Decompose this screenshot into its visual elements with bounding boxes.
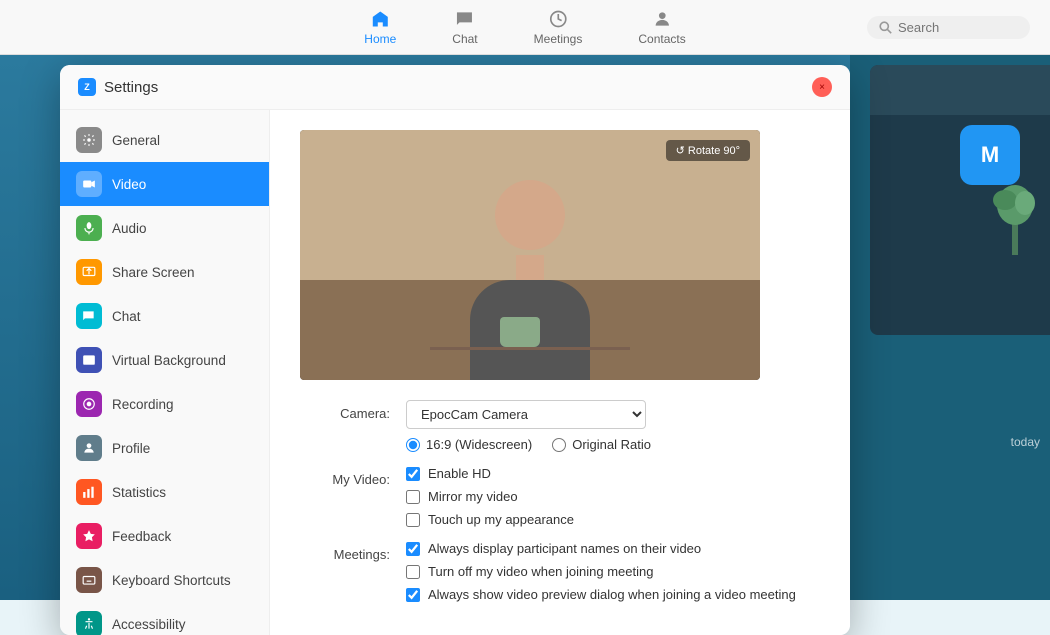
sidebar-icon-profile <box>76 435 102 461</box>
settings-body: General Video Audio Share Screen Chat Vi… <box>60 110 850 635</box>
sidebar-item-profile[interactable]: Profile <box>60 426 269 470</box>
my-video-controls: Enable HD Mirror my video Touch up my appe… <box>406 466 820 527</box>
camera-row: Camera: EpocCam CameraFaceTime HD Camera… <box>300 400 820 452</box>
sidebar-item-accessibility[interactable]: Accessibility <box>60 602 269 635</box>
background-area: M today Z Settings × <box>0 55 1050 600</box>
zoom-icon: Z <box>78 78 96 96</box>
sidebar-label-general: General <box>112 133 160 148</box>
checkbox-label-mirror-video: Mirror my video <box>428 489 518 504</box>
person-neck <box>516 255 544 280</box>
sidebar-item-statistics[interactable]: Statistics <box>60 470 269 514</box>
camera-select[interactable]: EpocCam CameraFaceTime HD CameraVirtual … <box>406 400 646 429</box>
settings-title-group: Z Settings <box>78 78 158 96</box>
camera-label: Camera: <box>300 400 390 421</box>
ratio-group: 16:9 (Widescreen) Original Ratio <box>406 437 820 452</box>
meetings-controls: Always display participant names on thei… <box>406 541 820 602</box>
sidebar-icon-accessibility <box>76 611 102 635</box>
checkbox-label-touch-appearance: Touch up my appearance <box>428 512 574 527</box>
top-bar: Home Chat Meetings Contacts <box>0 0 1050 55</box>
meetings-nav-label: Meetings <box>534 32 583 46</box>
sidebar-icon-general <box>76 127 102 153</box>
search-input[interactable] <box>898 20 1018 35</box>
nav-item-contacts[interactable]: Contacts <box>630 4 693 50</box>
home-nav-icon <box>369 8 391 30</box>
checkbox-enable-hd[interactable]: Enable HD <box>406 466 820 481</box>
sidebar-item-video[interactable]: Video <box>60 162 269 206</box>
checkbox-mirror-video[interactable]: Mirror my video <box>406 489 820 504</box>
right-card: M <box>870 65 1050 335</box>
sidebar-icon-video <box>76 171 102 197</box>
sidebar-label-profile: Profile <box>112 441 150 456</box>
today-label: today <box>1011 435 1040 449</box>
radio-label-widescreen: 16:9 (Widescreen) <box>426 437 532 452</box>
sidebar-label-virtual-background: Virtual Background <box>112 353 226 368</box>
sidebar-icon-keyboard-shortcuts <box>76 567 102 593</box>
settings-header: Z Settings × <box>60 65 850 110</box>
settings-title-label: Settings <box>104 79 158 96</box>
home-nav-label: Home <box>364 32 396 46</box>
chat-nav-icon <box>454 8 476 30</box>
sidebar-item-audio[interactable]: Audio <box>60 206 269 250</box>
nav-item-meetings[interactable]: Meetings <box>526 4 591 50</box>
settings-dialog: Z Settings × General Video Audio Share <box>60 65 850 635</box>
sidebar-icon-virtual-background <box>76 347 102 373</box>
sidebar-item-chat[interactable]: Chat <box>60 294 269 338</box>
checkbox-label-turn-off-joining: Turn off my video when joining meeting <box>428 564 653 579</box>
sidebar-label-recording: Recording <box>112 397 174 412</box>
sidebar-item-keyboard-shortcuts[interactable]: Keyboard Shortcuts <box>60 558 269 602</box>
sidebar-label-audio: Audio <box>112 221 147 236</box>
sidebar-icon-statistics <box>76 479 102 505</box>
meetings-label: Meetings: <box>300 541 390 562</box>
table-surface <box>430 347 630 350</box>
close-button[interactable]: × <box>812 77 832 97</box>
sidebar-label-keyboard-shortcuts: Keyboard Shortcuts <box>112 573 231 588</box>
sidebar-label-share-screen: Share Screen <box>112 265 195 280</box>
sidebar-label-chat: Chat <box>112 309 141 324</box>
person-head <box>495 180 565 250</box>
sidebar-item-general[interactable]: General <box>60 118 269 162</box>
camera-controls: EpocCam CameraFaceTime HD CameraVirtual … <box>406 400 820 452</box>
meetings-row: Meetings: Always display participant nam… <box>300 541 820 602</box>
settings-sidebar: General Video Audio Share Screen Chat Vi… <box>60 110 270 635</box>
nav-item-chat[interactable]: Chat <box>444 4 485 50</box>
sidebar-icon-share-screen <box>76 259 102 285</box>
radio-label-original: Original Ratio <box>572 437 651 452</box>
sidebar-label-statistics: Statistics <box>112 485 166 500</box>
sidebar-icon-audio <box>76 215 102 241</box>
sidebar-item-virtual-background[interactable]: Virtual Background <box>60 338 269 382</box>
right-panel: M today <box>850 55 1050 600</box>
checkbox-label-display-names: Always display participant names on thei… <box>428 541 701 556</box>
meetings-nav-icon <box>547 8 569 30</box>
search-icon <box>879 21 892 34</box>
sidebar-item-feedback[interactable]: Feedback <box>60 514 269 558</box>
sidebar-icon-recording <box>76 391 102 417</box>
search-box[interactable] <box>867 16 1030 39</box>
sidebar-icon-feedback <box>76 523 102 549</box>
sidebar-label-accessibility: Accessibility <box>112 617 186 632</box>
sidebar-label-video: Video <box>112 177 146 192</box>
top-nav: Home Chat Meetings Contacts <box>356 4 693 50</box>
sidebar-item-share-screen[interactable]: Share Screen <box>60 250 269 294</box>
plant-icon <box>990 175 1040 255</box>
nav-item-home[interactable]: Home <box>356 4 404 50</box>
contacts-nav-icon <box>651 8 673 30</box>
my-video-label: My Video: <box>300 466 390 487</box>
rotate-button[interactable]: ↺ Rotate 90° <box>666 140 750 161</box>
my-video-row: My Video: Enable HD Mirror my video Touch … <box>300 466 820 527</box>
checkbox-turn-off-joining[interactable]: Turn off my video when joining meeting <box>406 564 820 579</box>
sidebar-item-recording[interactable]: Recording <box>60 382 269 426</box>
checkbox-touch-appearance[interactable]: Touch up my appearance <box>406 512 820 527</box>
video-preview: ↺ Rotate 90° <box>300 130 760 380</box>
sidebar-label-feedback: Feedback <box>112 529 171 544</box>
checkbox-display-names[interactable]: Always display participant names on thei… <box>406 541 820 556</box>
contacts-nav-label: Contacts <box>638 32 685 46</box>
chat-nav-label: Chat <box>452 32 477 46</box>
radio-original[interactable]: Original Ratio <box>552 437 651 452</box>
checkbox-label-enable-hd: Enable HD <box>428 466 491 481</box>
settings-main-content: ↺ Rotate 90° Camera: EpocCam CameraFaceT… <box>270 110 850 635</box>
sidebar-icon-chat <box>76 303 102 329</box>
card-header <box>870 65 1050 115</box>
radio-widescreen[interactable]: 16:9 (Widescreen) <box>406 437 532 452</box>
mug <box>500 317 540 347</box>
